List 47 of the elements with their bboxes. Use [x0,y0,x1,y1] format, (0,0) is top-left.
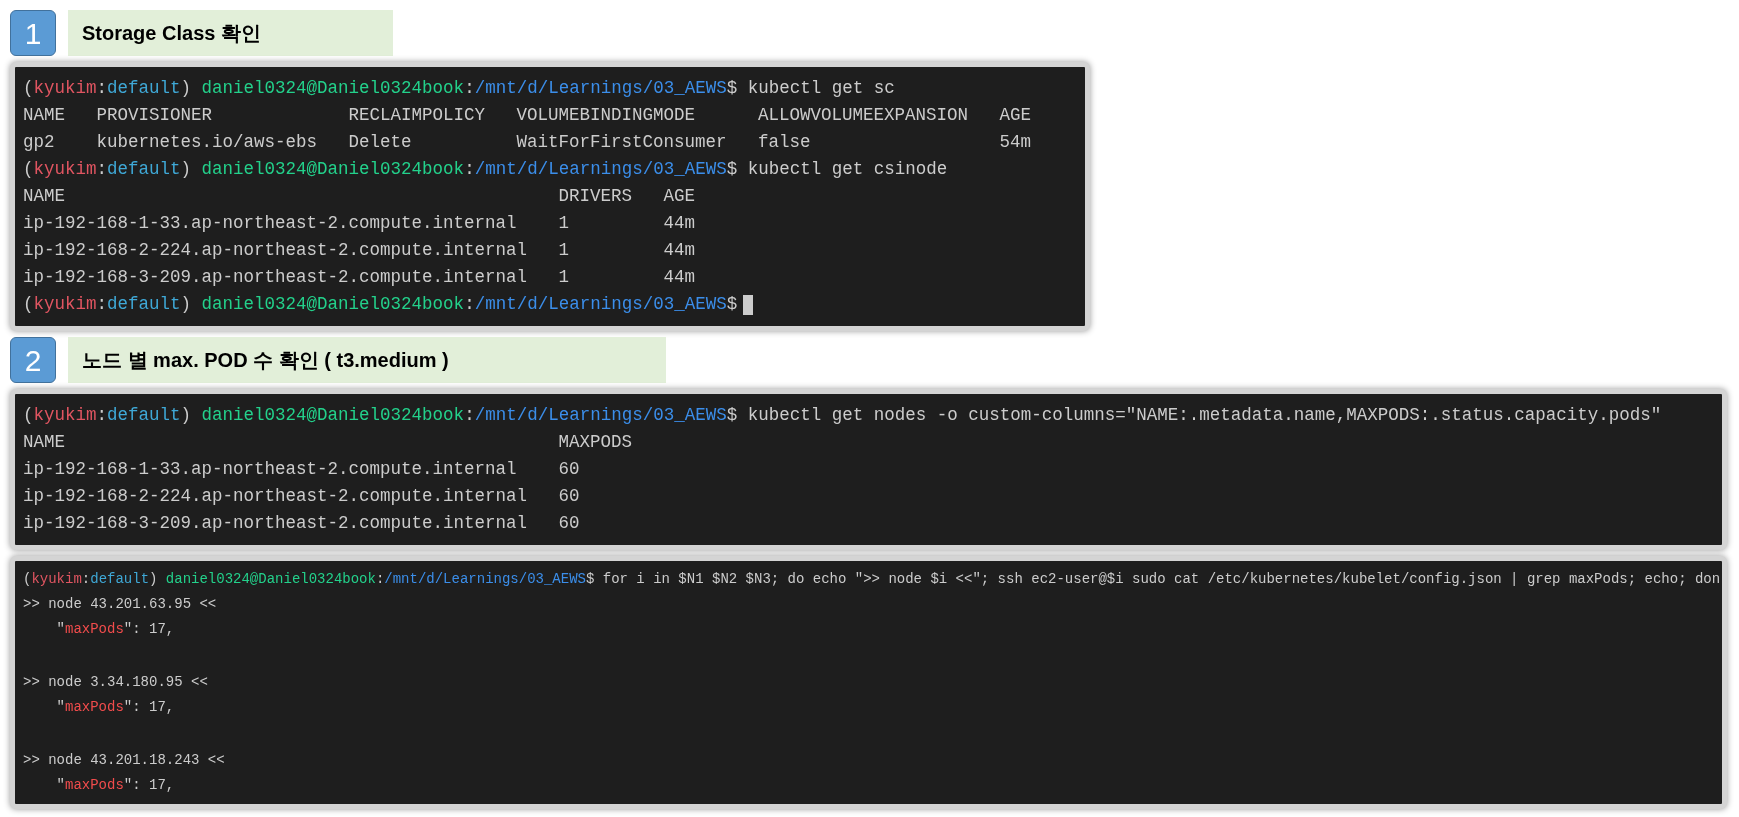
output-line: "maxPods": 17, [56,698,175,717]
table-cell-text: 1 [558,212,571,235]
column-header: DRIVERS [558,185,634,208]
command-line: (kyukim:default) daniel0324@Daniel0324book:/mnt/d/Learnings/03_AEWS$ [23,293,738,316]
table-cell-text: WaitForFirstConsumer [516,131,728,154]
table-cell-text: 1 [558,266,571,289]
column-header: NAME [23,104,66,127]
column-header: AGE [663,185,696,208]
table-cell-text: 44m [663,212,696,235]
table-cell-text: false [758,131,812,154]
column-header: RECLAIMPOLICY [348,104,487,127]
table-cell-text: ip-192-168-3-209.ap-northeast-2.compute.internal [23,266,529,289]
step-number-badge: 2 [10,337,56,383]
section-title: Storage Class 확인 [68,10,393,56]
table-cell-text: ip-192-168-2-224.ap-northeast-2.compute.internal [23,485,529,508]
column-header: AGE [999,104,1032,127]
output-line: "maxPods": 17, [56,776,175,795]
table-cell-text: 54m [999,131,1032,154]
output-line: >> node 3.34.180.95 << [23,673,209,692]
command-line: (kyukim:default) daniel0324@Daniel0324book:/mnt/d/Learnings/03_AEWS$ kubectl get csinode [23,158,948,181]
column-header: MAXPODS [558,431,633,454]
table-cell-text: 1 [558,239,571,262]
table-cell-text: ip-192-168-1-33.ap-northeast-2.compute.internal [23,212,518,235]
table-cell-text: ip-192-168-3-209.ap-northeast-2.compute.internal [23,512,529,535]
table-cell-text: 44m [663,266,696,289]
table-cell-text: 60 [558,512,581,535]
table-cell-text: 60 [558,458,581,481]
table-cell-text: ip-192-168-1-33.ap-northeast-2.compute.internal [23,458,518,481]
table-cell-text: kubernetes.io/aws-ebs [96,131,319,154]
column-header: PROVISIONER [96,104,214,127]
command-line: (kyukim:default) daniel0324@Daniel0324book:/mnt/d/Learnings/03_AEWS$ kubectl get sc [23,77,895,100]
column-header: NAME [23,431,66,454]
section-title: 노드 별 max. POD 수 확인 ( t3.medium ) [68,337,666,383]
column-header: VOLUMEBINDINGMODE [516,104,697,127]
table-cell-text: 60 [558,485,581,508]
table-cell-text: Delete [348,131,413,154]
command-line: (kyukim:default) daniel0324@Daniel0324book:/mnt/d/Learnings/03_AEWS$ for i in $N1 $N2 $N3; do echo ">> node $i <<"; ssh ec2-user@$i sudo cat /etc/kubernetes/kubelet/config.json | grep maxPods; echo; don [23,570,1721,589]
output-line: "maxPods": 17, [56,620,175,639]
output-line: >> node 43.201.63.95 << [23,595,218,614]
column-header: NAME [23,185,66,208]
table-cell-text: 44m [663,239,696,262]
command-line: (kyukim:default) daniel0324@Daniel0324book:/mnt/d/Learnings/03_AEWS$ kubectl get nodes -o custom-columns="NAME:.metadata.name,MAXPODS:.status.capacity.pods" [23,404,1662,427]
step-number-badge: 1 [10,10,56,56]
output-line: >> node 43.201.18.243 << [23,751,226,770]
table-cell-text: ip-192-168-2-224.ap-northeast-2.compute.internal [23,239,529,262]
column-header: ALLOWVOLUMEEXPANSION [758,104,970,127]
table-cell-text: gp2 [23,131,56,154]
